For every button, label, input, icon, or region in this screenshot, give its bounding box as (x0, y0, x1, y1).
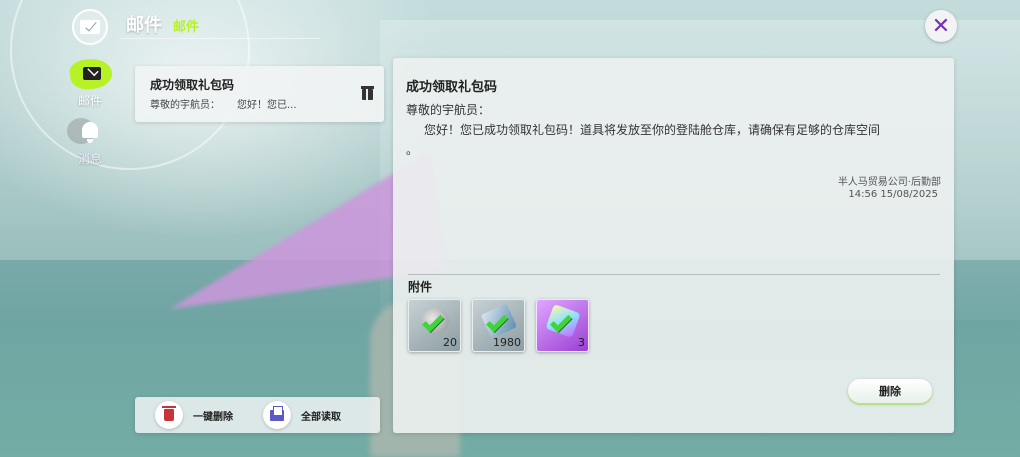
mail-action-bar: 一键删除 全部读取 (135, 397, 380, 433)
mail-item-from: 尊敬的宇航员： (150, 100, 220, 111)
mail-item-preview: 您好！您已... (237, 100, 297, 111)
attachments-heading: 附件 (408, 280, 433, 294)
page-title: 邮件 (126, 15, 162, 36)
nav-item-mail[interactable]: 邮件 (60, 56, 120, 109)
mail-list-item[interactable]: 成功领取礼包码 尊敬的宇航员： 您好！您已... (135, 66, 384, 122)
bell-icon (67, 118, 105, 148)
mail-header-icon (72, 9, 108, 45)
delete-mail-button[interactable]: 删除 (848, 379, 932, 403)
attachment-divider (408, 274, 940, 275)
attachment-slot[interactable]: 1980 (472, 299, 525, 352)
detail-body: 您好！您已成功领取礼包码！道具将发放至你的登陆舱仓库，请确保有足够的仓库空间 。 (406, 123, 881, 157)
detail-sender: 半人马贸易公司·后勤部 (837, 177, 941, 188)
trash-icon (162, 406, 176, 421)
page-subtitle: 邮件 (173, 20, 200, 35)
mail-open-icon (270, 405, 284, 421)
detail-greeting: 尊敬的宇航员： (406, 103, 491, 117)
attachment-qty: 1980 (493, 336, 521, 349)
mail-item-title: 成功领取礼包码 (150, 78, 235, 92)
attachment-slot[interactable]: 3 (536, 299, 589, 352)
delete-all-button[interactable]: 一键删除 (155, 401, 233, 429)
detail-timestamp: 14:56 15/08/2025 (848, 189, 938, 200)
delete-all-label: 一键删除 (193, 411, 233, 423)
close-button[interactable]: ✕ (925, 10, 957, 42)
attachment-slot[interactable]: 20 (408, 299, 461, 352)
nav-item-messages[interactable]: 消息 (60, 118, 120, 167)
nav-label-mail: 邮件 (77, 94, 102, 108)
close-icon: ✕ (931, 13, 951, 39)
read-all-label: 全部读取 (301, 411, 341, 423)
nav-label-messages: 消息 (77, 152, 102, 166)
detail-title: 成功领取礼包码 (406, 80, 498, 95)
mail-icon (65, 56, 115, 92)
read-all-button[interactable]: 全部读取 (263, 401, 341, 429)
gift-icon (361, 86, 374, 100)
attachment-qty: 3 (578, 336, 585, 349)
attachment-qty: 20 (443, 336, 457, 349)
mail-detail-panel: 成功领取礼包码 尊敬的宇航员： 您好！您已成功领取礼包码！道具将发放至你的登陆舱… (393, 58, 954, 433)
header-divider (120, 38, 320, 39)
